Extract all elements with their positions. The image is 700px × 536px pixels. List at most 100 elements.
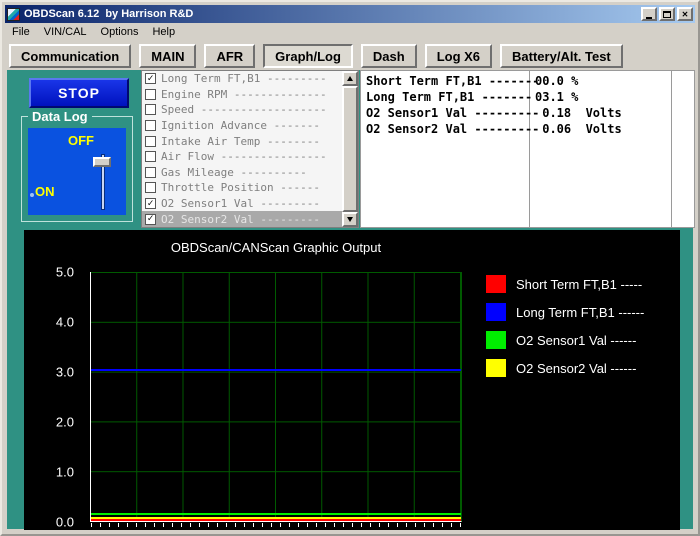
close-button[interactable]: ✕ (677, 7, 693, 21)
reading-label: Short Term FT,B1 ------- (366, 74, 529, 90)
y-tick-label: 5.0 (56, 265, 74, 280)
tab-battery-alt-test[interactable]: Battery/Alt. Test (500, 44, 623, 68)
stop-button[interactable]: STOP (29, 78, 129, 108)
datalog-group-label: Data Log (28, 109, 92, 124)
plot-area (90, 272, 462, 522)
legend-label: Long Term FT,B1 ------ (516, 305, 644, 320)
scroll-up-button[interactable] (342, 71, 358, 86)
checkbox[interactable]: ✓ (145, 167, 156, 178)
maximize-button[interactable] (659, 7, 675, 21)
pid-row-gas-mileage[interactable]: ✓ Gas Mileage ---------- (142, 165, 342, 181)
scroll-down-button[interactable] (342, 212, 358, 227)
checkbox[interactable]: ✓ (145, 104, 156, 115)
legend-swatch (486, 275, 506, 293)
pid-label: O2 Sensor2 Val --------- (161, 213, 320, 226)
readings-labels: Short Term FT,B1 ------- Long Term FT,B1… (361, 71, 530, 227)
reading-value: 03.1 % (535, 90, 671, 106)
x-axis-ticks (91, 523, 463, 527)
check-icon: ✓ (147, 74, 153, 84)
pid-row-air-flow[interactable]: ✓ Air Flow ---------------- (142, 149, 342, 165)
pid-row-speed[interactable]: ✓ Speed ------------------- (142, 102, 342, 118)
slider-tick-dot (30, 193, 34, 197)
arrow-down-icon (347, 217, 353, 222)
tab-communication[interactable]: Communication (9, 44, 131, 68)
checkbox[interactable]: ✓ (145, 136, 156, 147)
menu-help[interactable]: Help (145, 24, 182, 40)
pid-label: O2 Sensor1 Val --------- (161, 197, 320, 210)
tab-row: Communication MAIN AFR Graph/Log Dash Lo… (9, 44, 623, 68)
app-window: OBDScan 6.12 by Harrison R&D ✕ File VIN/… (0, 0, 700, 536)
checkbox[interactable]: ✓ (145, 214, 156, 225)
legend-item: Short Term FT,B1 ----- (486, 270, 644, 298)
pid-row-throttle-position[interactable]: ✓ Throttle Position ------ (142, 180, 342, 196)
datalog-slider[interactable] (92, 154, 112, 210)
pid-row-intake-air-temp[interactable]: ✓ Intake Air Temp -------- (142, 133, 342, 149)
pid-label: Throttle Position ------ (161, 181, 320, 194)
menu-file[interactable]: File (5, 24, 37, 40)
legend-item: Long Term FT,B1 ------ (486, 298, 644, 326)
title-bar[interactable]: OBDScan 6.12 by Harrison R&D ✕ (5, 5, 695, 23)
legend-item: O2 Sensor2 Val ------ (486, 354, 644, 382)
reading-label: O2 Sensor1 Val --------- (366, 106, 529, 122)
graph-panel: OBDScan/CANScan Graphic Output 5.0 4.0 3… (24, 230, 680, 530)
reading-label: Long Term FT,B1 ------- (366, 90, 529, 106)
graph-legend: Short Term FT,B1 ----- Long Term FT,B1 -… (486, 270, 644, 382)
menu-options[interactable]: Options (94, 24, 146, 40)
tab-afr[interactable]: AFR (204, 44, 255, 68)
datalog-group: Data Log OFF ON (21, 116, 133, 222)
checkbox[interactable]: ✓ (145, 89, 156, 100)
legend-swatch (486, 331, 506, 349)
checkbox[interactable]: ✓ (145, 198, 156, 209)
series-line (91, 513, 461, 515)
pid-label: Speed ------------------- (161, 103, 327, 116)
pid-row-long-term-ft-b1[interactable]: ✓ Long Term FT,B1 --------- (142, 71, 342, 87)
datalog-on-label: ON (35, 184, 55, 199)
y-tick-label: 0.0 (56, 515, 74, 530)
y-axis-labels: 5.0 4.0 3.0 2.0 1.0 0.0 (24, 272, 82, 522)
arrow-up-icon (347, 76, 353, 81)
main-content: STOP Data Log OFF ON ✓ Long Term FT,B1 -… (7, 70, 693, 529)
pid-label: Intake Air Temp -------- (161, 135, 320, 148)
readings-spacer (672, 71, 694, 227)
tab-graph-log[interactable]: Graph/Log (263, 44, 353, 68)
window-controls: ✕ (641, 7, 693, 21)
window-title: OBDScan 6.12 by Harrison R&D (24, 8, 641, 20)
y-tick-label: 1.0 (56, 465, 74, 480)
pid-row-o2-sensor1-val[interactable]: ✓ O2 Sensor1 Val --------- (142, 196, 342, 212)
tab-log-x6[interactable]: Log X6 (425, 44, 492, 68)
pid-label: Ignition Advance ------- (161, 119, 320, 132)
reading-value: 0.18 Volts (535, 106, 671, 122)
app-icon (7, 8, 20, 21)
pid-rows: ✓ Long Term FT,B1 --------- ✓ Engine RPM… (142, 71, 342, 227)
menu-vin-cal[interactable]: VIN/CAL (37, 24, 94, 40)
y-tick-label: 3.0 (56, 365, 74, 380)
minimize-icon (646, 17, 652, 19)
scroll-thumb[interactable] (342, 86, 358, 212)
tab-dash[interactable]: Dash (361, 44, 417, 68)
minimize-button[interactable] (641, 7, 657, 21)
y-tick-label: 4.0 (56, 315, 74, 330)
checkbox[interactable]: ✓ (145, 182, 156, 193)
pid-row-engine-rpm[interactable]: ✓ Engine RPM -------------- (142, 87, 342, 103)
legend-label: O2 Sensor2 Val ------ (516, 361, 636, 376)
check-icon: ✓ (147, 199, 153, 209)
datalog-panel: OFF ON (28, 128, 126, 215)
pid-row-o2-sensor2-val[interactable]: ✓ O2 Sensor2 Val --------- (142, 211, 342, 227)
menu-bar: File VIN/CAL Options Help (5, 23, 695, 41)
pid-row-ignition-advance[interactable]: ✓ Ignition Advance ------- (142, 118, 342, 134)
checkbox[interactable]: ✓ (145, 120, 156, 131)
legend-swatch (486, 359, 506, 377)
slider-thumb[interactable] (93, 157, 111, 167)
legend-swatch (486, 303, 506, 321)
legend-label: Short Term FT,B1 ----- (516, 277, 642, 292)
close-icon: ✕ (682, 10, 689, 19)
checkbox[interactable]: ✓ (145, 151, 156, 162)
pid-label: Gas Mileage ---------- (161, 166, 307, 179)
series-line (91, 369, 461, 371)
readings-values: 00.0 % 03.1 % 0.18 Volts 0.06 Volts (530, 71, 672, 227)
pid-label: Long Term FT,B1 --------- (161, 72, 327, 85)
tab-main[interactable]: MAIN (139, 44, 196, 68)
pid-list-scrollbar[interactable] (342, 71, 358, 227)
checkbox[interactable]: ✓ (145, 73, 156, 84)
y-tick-label: 2.0 (56, 415, 74, 430)
